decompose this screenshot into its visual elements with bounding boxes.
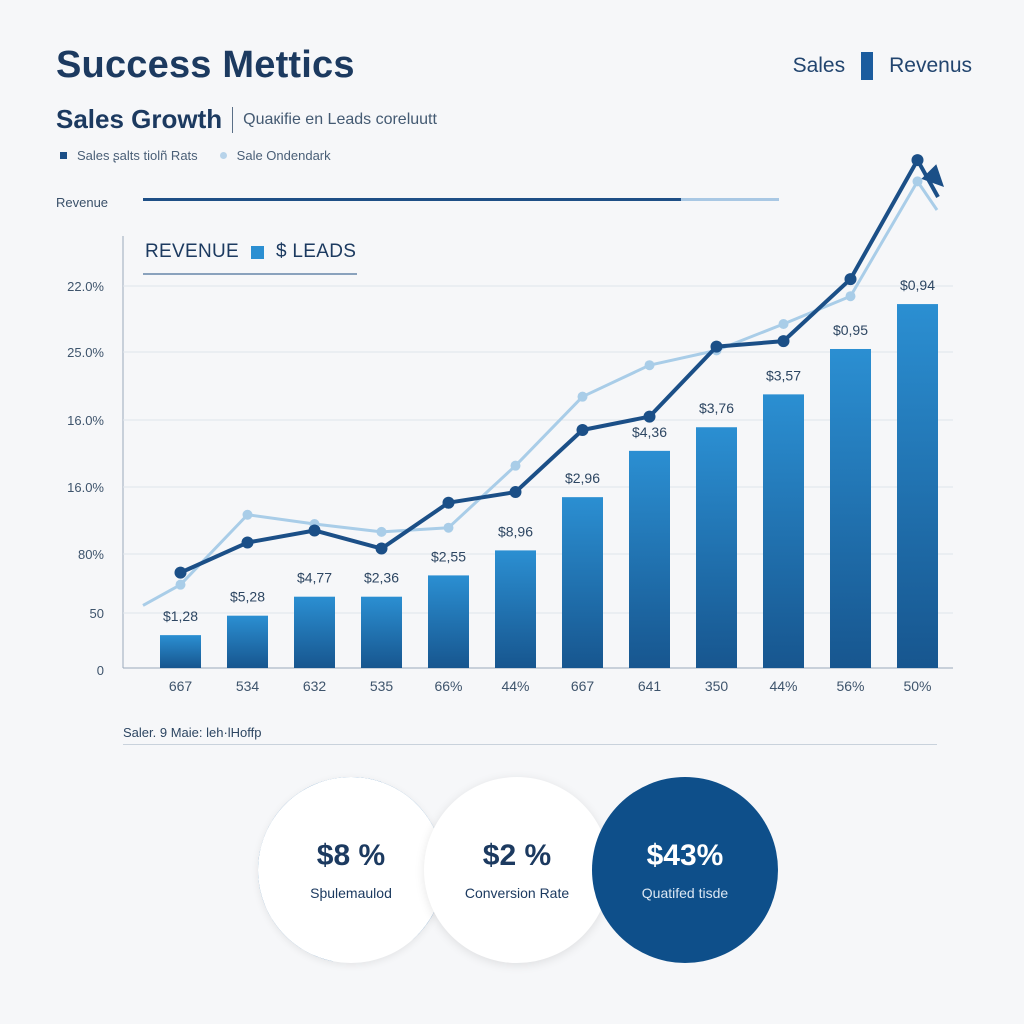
revenue-series-point [576, 424, 589, 437]
revenue-series-point [643, 410, 656, 423]
bar [830, 348, 871, 668]
x-tick-label: 534 [236, 678, 260, 694]
kpi-label: Sþulemaulod [310, 885, 392, 901]
revenue-series-point [308, 524, 321, 537]
x-tick-label: 667 [169, 678, 193, 694]
leads-series-line [179, 180, 919, 586]
revenue-series-point [710, 340, 723, 353]
kpi-value: $2 % [482, 839, 552, 872]
kpi-card: $8 % Sþulemaulod [258, 777, 444, 963]
x-tick-label: 44% [501, 678, 529, 694]
data-label: $4,36 [632, 424, 667, 440]
bar [294, 596, 335, 668]
revenue-series-point [375, 542, 388, 555]
bar [361, 596, 402, 668]
revenue-series-point [509, 486, 522, 499]
x-tick-label: 667 [571, 678, 595, 694]
leads-series-point [577, 391, 588, 402]
kpi-value: $8 % [316, 839, 386, 872]
y-tick-label: 25.0% [67, 345, 104, 360]
revenue-series-point [174, 566, 187, 579]
leads-series-point [242, 509, 253, 520]
y-tick-label: 22.0% [67, 279, 104, 294]
x-tick-label: 350 [705, 678, 729, 694]
bar [227, 615, 268, 668]
data-label: $3,76 [699, 400, 734, 416]
leads-series-point [778, 318, 789, 329]
x-tick-label: 632 [303, 678, 327, 694]
leads-series-lead-in [142, 583, 182, 607]
data-label: $3,57 [766, 367, 801, 383]
x-tick-label: 56% [836, 678, 864, 694]
bar [629, 450, 670, 668]
data-label: $0,94 [900, 277, 935, 293]
x-tick-label: 535 [370, 678, 394, 694]
bar [562, 497, 603, 668]
data-label: $2,36 [364, 570, 399, 586]
revenue-series-point [844, 273, 857, 286]
kpi-card: $2 % Conversion Rate [424, 777, 610, 963]
leads-series-point [644, 360, 655, 371]
x-tick-label: 641 [638, 678, 662, 694]
x-tick-label: 44% [769, 678, 797, 694]
kpi-value: $43% [646, 839, 724, 872]
y-tick-label: 16.0% [67, 413, 104, 428]
y-tick-label: 50 [90, 606, 104, 621]
lines-layer [142, 154, 944, 607]
revenue-series-point [241, 536, 254, 549]
revenue-series-point [442, 496, 455, 509]
chart-footnote: Saler. 9 Maie: Ɩeh·lHoffp [123, 725, 262, 740]
bar [696, 427, 737, 668]
data-label: $0,95 [833, 322, 868, 338]
data-label: $8,96 [498, 523, 533, 539]
x-tick-label: 50% [903, 678, 931, 694]
kpi-label: Quatifed tisde [641, 885, 729, 901]
bar [428, 575, 469, 668]
x-tick-label: 66% [434, 678, 462, 694]
y-tick-label: 80% [78, 547, 104, 562]
data-label: $2,96 [565, 470, 600, 486]
bar [495, 550, 536, 668]
data-label: $2,55 [431, 548, 466, 564]
bar [763, 394, 804, 668]
data-label: $1,28 [163, 608, 198, 624]
revenue-series-point [777, 335, 790, 348]
revenue-series-line [179, 159, 920, 575]
kpi-card: $43% Quatifed tisde [592, 777, 778, 963]
leads-series-point [510, 460, 521, 471]
leads-series-point [845, 291, 856, 302]
footnote-divider [123, 744, 937, 745]
leads-series-point [443, 522, 454, 533]
y-tick-label: 16.0% [67, 480, 104, 495]
kpi-label: Conversion Rate [464, 885, 570, 901]
leads-series-point [376, 526, 387, 537]
data-label: $4,77 [297, 570, 332, 586]
y-tick-label: 0 [97, 663, 104, 678]
bar [897, 304, 938, 668]
bar [160, 635, 201, 668]
data-label: $5,28 [230, 589, 265, 605]
leads-trend-extension [916, 180, 939, 211]
